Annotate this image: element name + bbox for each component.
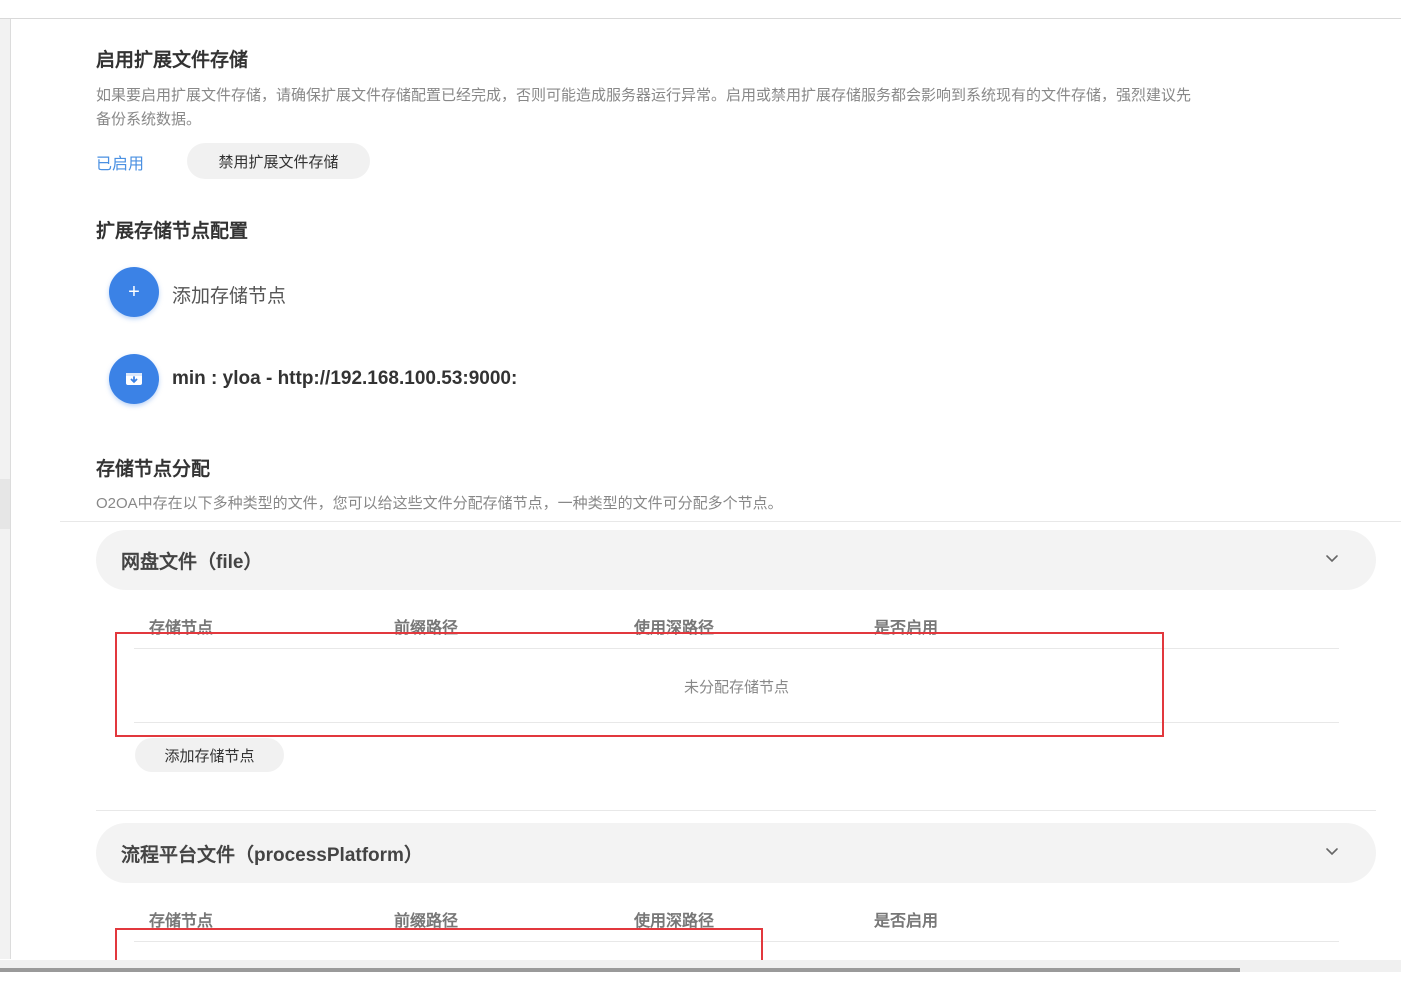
section-title-node-config: 扩展存储节点配置 — [96, 221, 249, 242]
sidebar-active-marker — [0, 479, 10, 529]
storage-box-icon[interactable] — [109, 354, 159, 404]
storage-node-item[interactable]: min : yloa - http://192.168.100.53:9000: — [172, 368, 517, 390]
column-header-enabled: 是否启用 — [874, 913, 939, 930]
section-title-distribution: 存储节点分配 — [96, 459, 211, 480]
group-title-process-platform: 流程平台文件（processPlatform） — [121, 844, 423, 866]
section-title-enable-storage: 启用扩展文件存储 — [96, 50, 249, 71]
horizontal-scrollbar-thumb[interactable] — [0, 968, 1240, 972]
top-border — [0, 18, 1401, 19]
group-divider — [96, 810, 1376, 811]
section-divider — [60, 521, 1401, 522]
group-header-process-platform[interactable]: 流程平台文件（processPlatform） — [96, 823, 1376, 883]
add-node-label[interactable]: 添加存储节点 — [172, 281, 286, 308]
plus-icon: + — [128, 280, 140, 303]
add-node-icon[interactable]: + — [109, 267, 159, 317]
chevron-down-icon[interactable] — [1324, 843, 1340, 859]
chevron-down-icon[interactable] — [1324, 550, 1340, 566]
storage-box-icon — [126, 373, 142, 385]
description-line-1: 如果要启用扩展文件存储，请确保扩展文件存储配置已经完成，否则可能造成服务器运行异… — [96, 87, 1192, 104]
storage-status-label: 已启用 — [96, 156, 145, 173]
left-sidebar-rail — [0, 19, 11, 959]
disable-extended-storage-button[interactable]: 禁用扩展文件存储 — [187, 143, 370, 179]
highlight-box — [115, 632, 1164, 737]
group-title-file: 网盘文件（file） — [121, 551, 263, 573]
add-storage-node-button[interactable]: 添加存储节点 — [135, 738, 284, 772]
group-header-file[interactable]: 网盘文件（file） — [96, 530, 1376, 590]
description-line-2: 备份系统数据。 — [96, 111, 202, 128]
enable-storage-description: 如果要启用扩展文件存储，请确保扩展文件存储配置已经完成，否则可能造成服务器运行异… — [96, 84, 1381, 132]
distribution-description: O2OA中存在以下多种类型的文件，您可以给这些文件分配存储节点，一种类型的文件可… — [96, 495, 783, 512]
